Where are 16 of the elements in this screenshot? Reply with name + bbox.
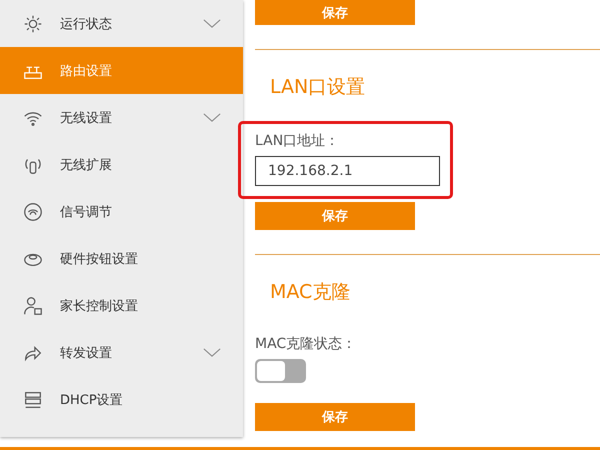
signal-icon [22, 200, 44, 222]
sidebar-item[interactable]: 运行状态 [0, 0, 243, 47]
field-label: LAN口地址： [255, 132, 340, 150]
sidebar-item[interactable]: 信号调节 [0, 188, 243, 235]
sidebar-item[interactable]: 硬件按钮设置 [0, 235, 243, 282]
section-title: LAN口设置 [270, 75, 366, 100]
sidebar-item[interactable]: 转发设置 [0, 329, 243, 376]
sidebar-item[interactable]: DHCP设置 [0, 376, 243, 423]
sidebar-item[interactable]: 家长控制设置 [0, 282, 243, 329]
section-title: MAC克隆 [270, 280, 352, 305]
field-label: MAC克隆状态： [255, 335, 358, 353]
ip-address-field[interactable]: 192.168.2.1 [255, 156, 440, 186]
toggle-switch[interactable] [255, 359, 306, 383]
sidebar-item[interactable]: 无线扩展 [0, 141, 243, 188]
sidebar-item[interactable]: 无线设置 [0, 94, 243, 141]
parent-icon [22, 294, 44, 316]
